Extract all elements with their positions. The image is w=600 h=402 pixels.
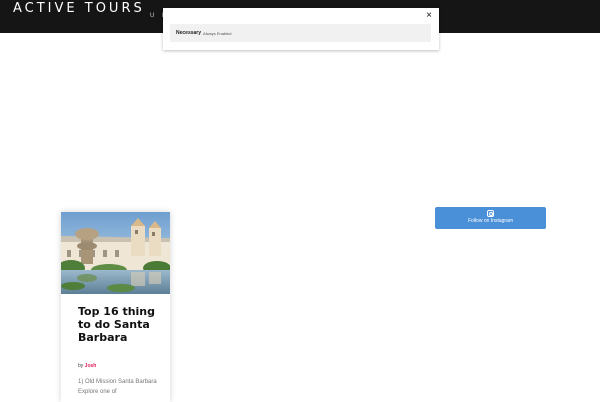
follow-instagram-button[interactable]: Follow on Instagram	[435, 207, 546, 229]
consent-category-necessary[interactable]: Necessary Always Enabled	[170, 24, 431, 42]
instagram-icon	[487, 210, 494, 217]
consent-category-name: Necessary	[176, 30, 202, 36]
site-logo[interactable]: ACTIVE TOURS	[13, 1, 145, 16]
follow-instagram-label: Follow on Instagram	[467, 218, 514, 224]
close-icon[interactable]: ×	[423, 10, 435, 22]
cookie-consent-modal: × Necessary Always Enabled	[163, 8, 439, 50]
byline-prefix: by	[78, 363, 84, 369]
blog-post-title[interactable]: Top 16 thing to do Santa Barbara	[78, 305, 163, 344]
blog-post-card[interactable]: Top 16 thing to do Santa Barbara by Josh…	[61, 212, 170, 402]
mission-photo[interactable]	[61, 212, 170, 294]
consent-category-state: Always Enabled	[203, 30, 232, 36]
blog-post-byline: by Josh	[78, 363, 96, 369]
blog-post-excerpt: 1) Old Mission Santa Barbara Explore one…	[78, 379, 157, 395]
author-link[interactable]: Josh	[85, 363, 97, 369]
